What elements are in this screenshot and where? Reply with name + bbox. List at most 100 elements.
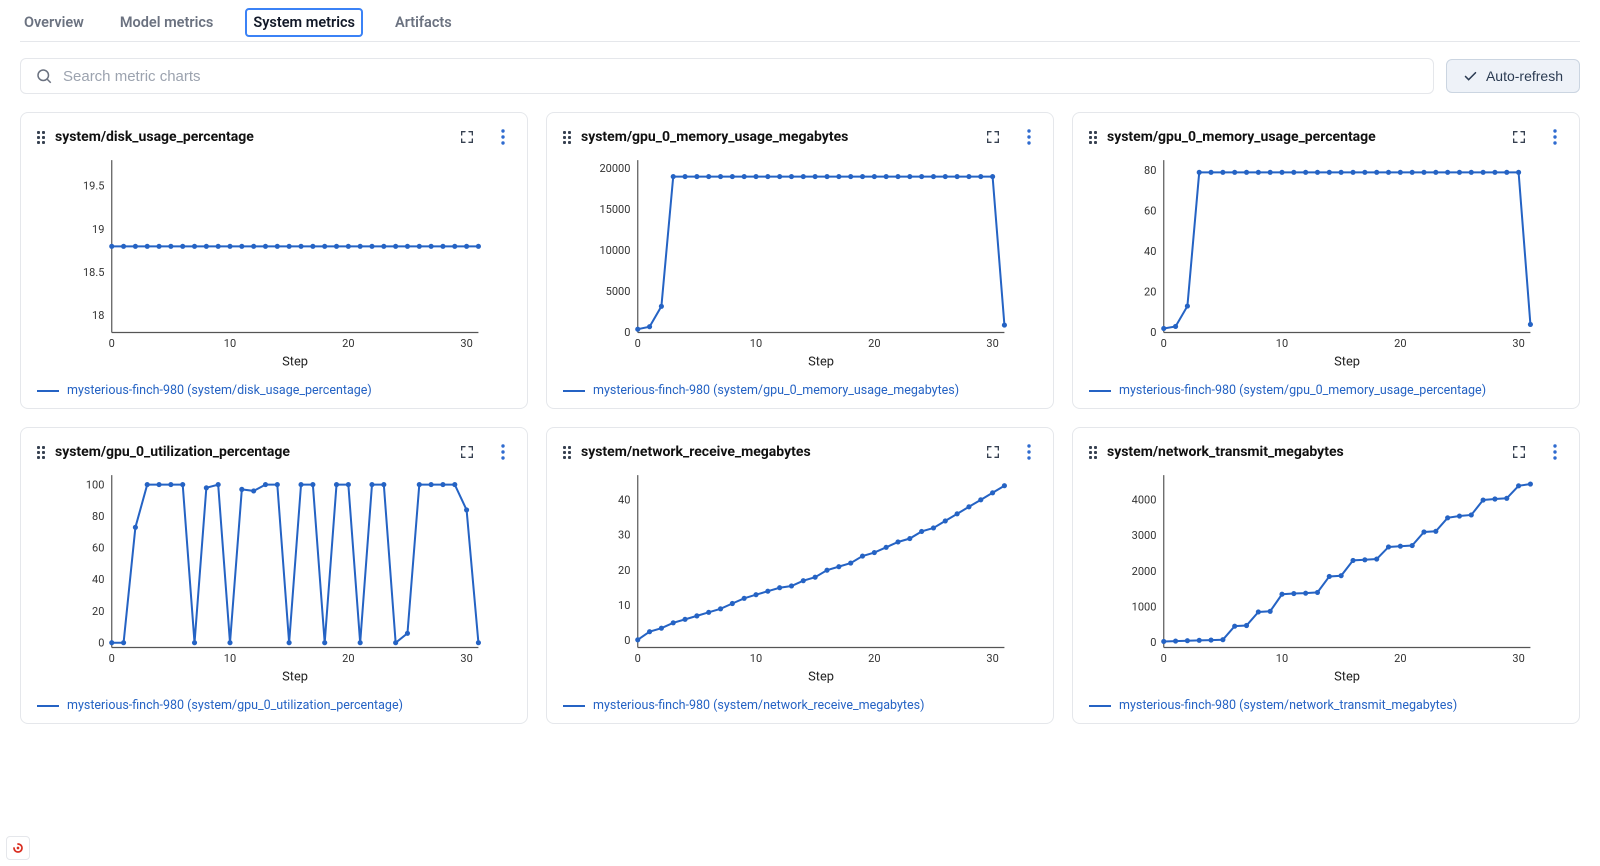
svg-text:Step: Step <box>808 670 834 685</box>
fullscreen-icon[interactable] <box>985 444 1001 460</box>
svg-text:0: 0 <box>635 652 641 665</box>
chart-plot: 0102030400102030Step <box>563 466 1037 686</box>
kebab-menu-icon[interactable] <box>1547 129 1563 145</box>
svg-text:60: 60 <box>92 542 104 555</box>
fullscreen-icon[interactable] <box>459 129 475 145</box>
fullscreen-icon[interactable] <box>985 129 1001 145</box>
svg-text:10: 10 <box>1276 652 1288 665</box>
svg-text:0: 0 <box>624 326 630 339</box>
kebab-menu-icon[interactable] <box>495 129 511 145</box>
tab-overview[interactable]: Overview <box>20 8 88 41</box>
drag-handle-icon[interactable] <box>563 131 571 144</box>
legend-label: mysterious-finch-980 (system/network_tra… <box>1119 698 1457 713</box>
kebab-menu-icon[interactable] <box>495 444 511 460</box>
auto-refresh-label: Auto-refresh <box>1486 68 1563 84</box>
search-box[interactable] <box>20 58 1434 94</box>
chart-plot: 0204060801000102030Step <box>37 466 511 686</box>
fullscreen-icon[interactable] <box>1511 444 1527 460</box>
chart-legend: mysterious-finch-980 (system/gpu_0_utili… <box>37 698 511 713</box>
legend-swatch <box>563 705 585 707</box>
metric-card: system/disk_usage_percentage1818.51919.5… <box>20 112 528 409</box>
chart-legend: mysterious-finch-980 (system/gpu_0_memor… <box>563 383 1037 398</box>
legend-swatch <box>37 705 59 707</box>
kebab-menu-icon[interactable] <box>1021 129 1037 145</box>
svg-text:20: 20 <box>868 337 880 350</box>
charts-grid: system/disk_usage_percentage1818.51919.5… <box>20 112 1580 724</box>
svg-text:10: 10 <box>750 652 762 665</box>
svg-text:5000: 5000 <box>606 285 631 298</box>
metric-title: system/network_transmit_megabytes <box>1107 444 1344 460</box>
svg-text:10: 10 <box>224 652 236 665</box>
metric-title: system/gpu_0_memory_usage_megabytes <box>581 129 848 145</box>
svg-text:20: 20 <box>1144 286 1156 299</box>
tab-system-metrics[interactable]: System metrics <box>245 8 363 37</box>
legend-swatch <box>1089 705 1111 707</box>
svg-text:3000: 3000 <box>1132 529 1157 542</box>
tab-model-metrics[interactable]: Model metrics <box>116 8 218 41</box>
metric-title: system/disk_usage_percentage <box>55 129 254 145</box>
metric-title: system/gpu_0_memory_usage_percentage <box>1107 129 1376 145</box>
svg-text:Step: Step <box>282 670 308 685</box>
svg-text:Step: Step <box>1334 670 1360 685</box>
svg-text:20: 20 <box>618 564 630 577</box>
svg-text:30: 30 <box>618 529 630 542</box>
svg-text:18: 18 <box>92 309 104 322</box>
svg-text:Step: Step <box>808 355 834 370</box>
drag-handle-icon[interactable] <box>1089 131 1097 144</box>
svg-text:60: 60 <box>1144 205 1156 218</box>
svg-text:19: 19 <box>92 223 104 236</box>
metric-title: system/network_receive_megabytes <box>581 444 811 460</box>
chart-legend: mysterious-finch-980 (system/network_rec… <box>563 698 1037 713</box>
drag-handle-icon[interactable] <box>563 446 571 459</box>
drag-handle-icon[interactable] <box>1089 446 1097 459</box>
svg-text:4000: 4000 <box>1132 494 1157 507</box>
fullscreen-icon[interactable] <box>459 444 475 460</box>
search-icon <box>35 67 53 85</box>
svg-text:0: 0 <box>98 636 104 649</box>
drag-handle-icon[interactable] <box>37 131 45 144</box>
svg-text:30: 30 <box>1512 652 1524 665</box>
svg-text:0: 0 <box>1150 326 1156 339</box>
metric-card: system/network_receive_megabytes01020304… <box>546 427 1054 724</box>
chart-legend: mysterious-finch-980 (system/network_tra… <box>1089 698 1563 713</box>
svg-text:2000: 2000 <box>1132 565 1157 578</box>
svg-text:30: 30 <box>986 652 998 665</box>
svg-text:10: 10 <box>224 337 236 350</box>
chart-plot: 0204060800102030Step <box>1089 151 1563 371</box>
chart-plot: 010002000300040000102030Step <box>1089 466 1563 686</box>
svg-text:80: 80 <box>92 510 104 523</box>
svg-text:0: 0 <box>109 337 115 350</box>
legend-label: mysterious-finch-980 (system/gpu_0_memor… <box>593 383 959 398</box>
chart-plot: 050001000015000200000102030Step <box>563 151 1037 371</box>
fullscreen-icon[interactable] <box>1511 129 1527 145</box>
metric-card: system/network_transmit_megabytes0100020… <box>1072 427 1580 724</box>
metric-title: system/gpu_0_utilization_percentage <box>55 444 290 460</box>
svg-text:30: 30 <box>460 337 472 350</box>
tabs-nav: Overview Model metrics System metrics Ar… <box>20 0 1580 42</box>
svg-text:Step: Step <box>1334 355 1360 370</box>
svg-text:30: 30 <box>460 652 472 665</box>
kebab-menu-icon[interactable] <box>1547 444 1563 460</box>
legend-label: mysterious-finch-980 (system/network_rec… <box>593 698 924 713</box>
svg-text:40: 40 <box>1144 245 1156 258</box>
svg-text:1000: 1000 <box>1132 600 1157 613</box>
svg-text:20000: 20000 <box>599 162 630 175</box>
svg-text:10: 10 <box>1276 337 1288 350</box>
svg-text:0: 0 <box>635 337 641 350</box>
kebab-menu-icon[interactable] <box>1021 444 1037 460</box>
svg-text:30: 30 <box>986 337 998 350</box>
search-input[interactable] <box>63 68 1419 85</box>
svg-text:10000: 10000 <box>599 244 630 257</box>
check-icon <box>1463 69 1478 84</box>
svg-text:20: 20 <box>1394 652 1406 665</box>
svg-text:0: 0 <box>1161 337 1167 350</box>
drag-handle-icon[interactable] <box>37 446 45 459</box>
tab-artifacts[interactable]: Artifacts <box>391 8 456 41</box>
svg-text:20: 20 <box>92 605 104 618</box>
auto-refresh-button[interactable]: Auto-refresh <box>1446 59 1580 93</box>
chart-plot: 1818.51919.50102030Step <box>37 151 511 371</box>
svg-text:100: 100 <box>86 478 105 491</box>
metric-card: system/gpu_0_memory_usage_megabytes 0 5000… <box>546 112 1054 409</box>
svg-text:40: 40 <box>92 573 104 586</box>
svg-text:10: 10 <box>618 599 630 612</box>
